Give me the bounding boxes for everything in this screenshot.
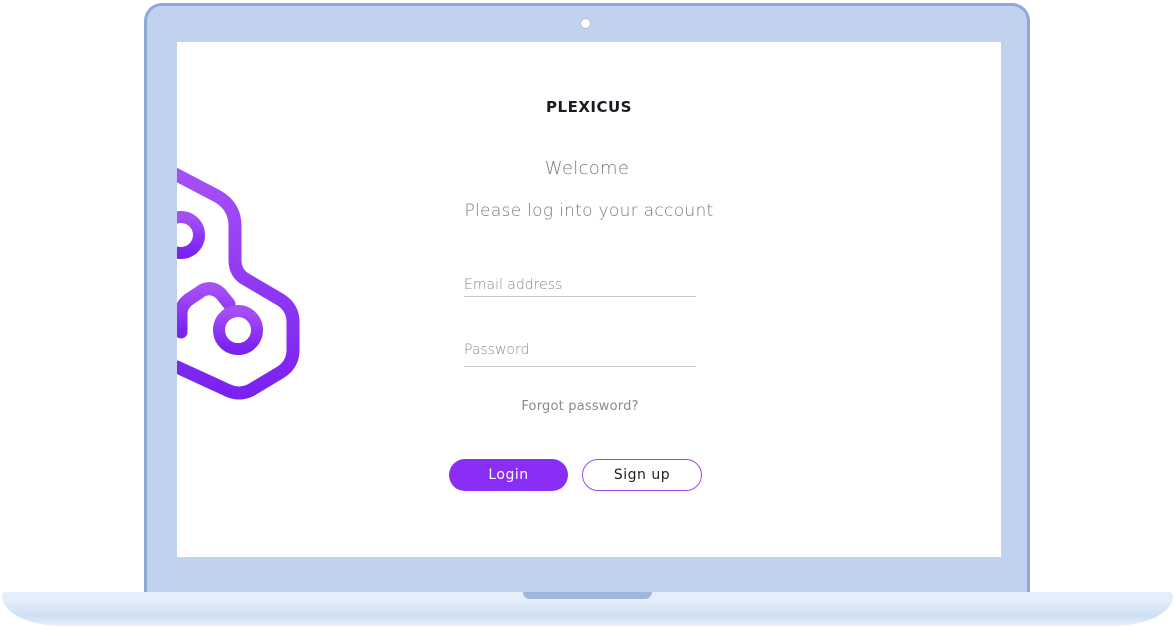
laptop-mockup: PLEXICUS Welcome Please log into your ac… <box>0 0 1175 627</box>
brand-logo-text: PLEXICUS <box>546 98 632 116</box>
login-button[interactable]: Login <box>449 459 568 491</box>
login-screen: PLEXICUS Welcome Please log into your ac… <box>177 42 1001 557</box>
password-field[interactable] <box>464 340 696 367</box>
welcome-heading: Welcome <box>544 158 630 179</box>
email-field[interactable] <box>464 276 696 297</box>
signup-button[interactable]: Sign up <box>582 459 702 491</box>
login-subtitle: Please log into your account <box>464 201 714 221</box>
forgot-password-link[interactable]: Forgot password? <box>177 399 983 414</box>
plexicus-logo-mark-icon <box>177 167 300 400</box>
laptop-notch <box>523 592 652 599</box>
camera-icon <box>580 18 591 29</box>
